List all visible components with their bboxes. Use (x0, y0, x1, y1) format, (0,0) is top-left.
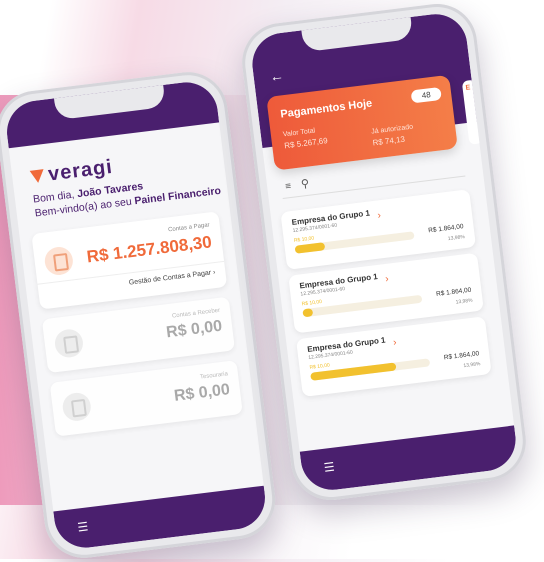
treasury-icon (61, 391, 93, 423)
chevron-right-icon[interactable]: › (377, 210, 382, 221)
back-arrow-icon[interactable]: ← (269, 67, 285, 85)
treasury-label: Tesouraria (199, 371, 229, 381)
item-percent: 13,98% (463, 361, 481, 370)
payables-card[interactable]: Contas a Pagar R$ 1.257.808,30 Gestão de… (31, 211, 228, 310)
progress-fill (294, 242, 326, 254)
progress-fill (302, 308, 314, 318)
authorized-value: R$ 74,13 (372, 134, 406, 148)
payments-today-title: Pagamentos Hoje (279, 97, 373, 121)
chevron-right-icon[interactable]: › (385, 274, 390, 285)
logo-mark-icon (29, 169, 46, 184)
item-small-value: R$ 10,00 (301, 298, 323, 308)
item-percent: 13,98% (455, 297, 473, 306)
authorized-label: Já autorizado (370, 123, 414, 136)
payables-value: R$ 1.257.808,30 (85, 232, 213, 267)
logo-text: veragi (46, 155, 115, 186)
total-label: Valor Total (282, 127, 316, 139)
filter-icon[interactable]: ≡ (285, 181, 292, 193)
chevron-right-icon[interactable]: › (392, 337, 397, 348)
welcome-bold: Painel Financeiro (133, 184, 222, 208)
peek-letter: E (465, 84, 471, 92)
treasury-value: R$ 0,00 (173, 381, 231, 405)
hamburger-icon[interactable]: ☰ (77, 519, 89, 534)
right-phone-screen: ← Pagamentos Hoje 48 Valor Total R$ 5.26… (248, 10, 520, 494)
receivables-icon (53, 327, 85, 359)
item-amount: R$ 1.864,00 (427, 223, 464, 235)
receivables-card[interactable]: Contas a Receber R$ 0,00 (41, 296, 236, 374)
item-small-value: R$ 10,00 (309, 362, 331, 371)
left-phone-screen: veragi Bom dia, João Tavares Bem-vindo(a… (3, 78, 269, 552)
next-card-peek[interactable]: E (461, 79, 484, 145)
brand-logo: veragi (29, 156, 114, 189)
item-small-value: R$ 10,00 (293, 235, 315, 244)
receivables-value: R$ 0,00 (165, 317, 224, 342)
total-value: R$ 5.267,69 (283, 136, 329, 151)
item-amount: R$ 1.864,00 (435, 286, 472, 298)
item-amount: R$ 1.864,00 (443, 350, 480, 362)
left-bottom-bar: ☰ (53, 485, 269, 552)
search-icon[interactable]: ⚲ (300, 177, 309, 191)
treasury-card[interactable]: Tesouraria R$ 0,00 (49, 360, 243, 437)
payables-label: Contas a Pagar (167, 222, 210, 234)
payables-icon (43, 245, 75, 277)
hamburger-icon[interactable]: ☰ (323, 460, 335, 475)
payments-count-badge: 48 (410, 86, 442, 104)
item-percent: 13,98% (447, 234, 466, 243)
